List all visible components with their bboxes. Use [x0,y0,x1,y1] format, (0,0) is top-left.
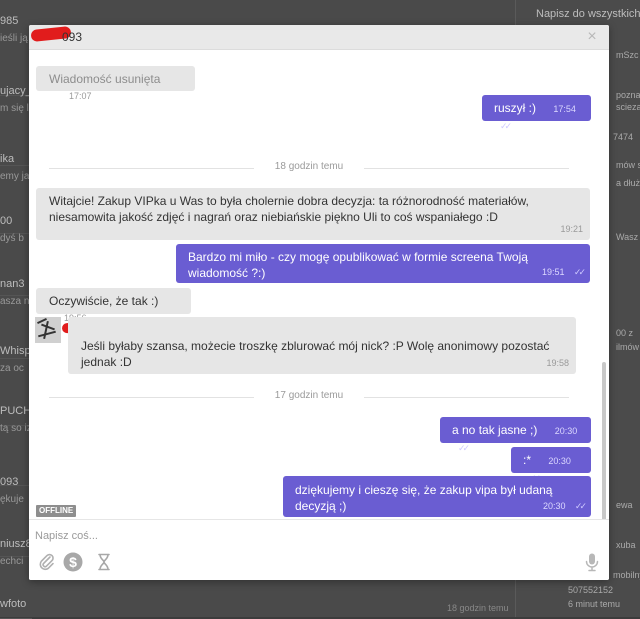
panel-item-number: 507552152 [568,585,614,595]
message-incoming: Oczywiście, że tak :) 19:56 [36,288,191,323]
divider-label: 18 godzin temu [274,161,344,172]
message-outgoing: ruszył :) 17:54 ✓✓ [482,95,591,131]
panel-item-time: 6 minut temu [568,599,621,609]
double-check-icon: ✓✓ [573,267,586,277]
paperclip-icon[interactable] [37,552,57,572]
message-time: 17:07 [69,91,92,101]
list-item[interactable]: 985 ieśli ją usług [0,15,54,96]
message-text: a no tak jasne ;) [452,423,538,437]
panel-snippet: sciezat [616,102,640,112]
message-time: 20:30 [554,426,578,436]
message-time: 19:58 [546,358,569,368]
time-divider: 18 godzin temu [49,161,569,175]
message-time: 20:30 [548,456,571,466]
list-item-name: wfoto [0,598,27,610]
double-check-icon: ✓✓ [500,121,512,131]
double-check-icon: ✓✓ [458,443,470,453]
message-outgoing: dziękujemy i cieszę się, że zakup vipa b… [283,476,591,517]
dollar-icon[interactable]: $ [63,552,83,572]
list-item-name: Whisp [0,345,31,357]
message-time: 20:30 [543,501,566,511]
list-item-name: 00 [0,215,13,227]
list-item-snippet: echci [0,556,24,567]
list-item-name: nan3 [0,278,25,290]
list-item-name: niusz8 [0,538,32,550]
panel-snippet: ewa [616,500,633,510]
message-text: dziękujemy i cieszę się, że zakup vipa b… [295,483,553,513]
time-divider: 17 godzin temu [49,390,569,404]
message-time: 19:51 [542,267,565,277]
message-outgoing: a no tak jasne ;) 20:30 ✓✓ [440,417,591,453]
message-text: Wiadomość usunięta [49,72,161,86]
divider-label: 17 godzin temu [274,390,344,401]
list-item-name: ika [0,153,15,165]
list-item[interactable]: PUCHA tą so izowa [0,405,50,486]
panel-snippet: mSzc [616,50,639,60]
message-input[interactable] [35,527,565,545]
message-time: 19:21 [560,224,583,234]
avatar[interactable] [35,317,61,343]
list-item-snippet: emy ja [0,171,30,182]
message-text: :* [523,453,532,467]
panel-snippet: 7474 [613,132,634,142]
status-badge: OFFLINE [36,505,77,517]
panel-snippet: Wasz [616,232,639,242]
message-time: 17:54 [553,104,576,114]
microphone-icon[interactable] [582,552,602,572]
panel-snippet: ilmów [616,342,640,352]
panel-snippet: a dłuż [616,178,640,188]
message-text: Oczywiście, że tak :) [49,294,159,308]
close-icon[interactable]: × [583,28,601,46]
hourglass-icon[interactable] [94,552,114,572]
panel-item-name: xuba [616,540,636,550]
scrollbar[interactable] [602,362,606,522]
message-text: ruszył :) [494,101,536,115]
chat-partner-name: 093 [62,30,83,44]
panel-item-tag: mobilny [613,570,640,580]
list-item-snippet: za oc [0,363,24,374]
message-thread[interactable]: Wiadomość usunięta 17:07 ruszył :) 17:54… [29,50,609,522]
message-text: Jeśli byłaby szansa, możecie troszkę zbl… [81,339,550,369]
message-incoming: Jeśli byłaby szansa, możecie troszkę zbl… [68,317,576,374]
message-outgoing: :* 20:30 ✓✓ [511,447,591,483]
message-text: Witajcie! Zakup VIPka u Was to była chol… [49,194,529,224]
double-check-icon: ✓✓ [574,501,587,511]
chat-header: 093 × [29,25,609,50]
chat-modal: 093 × Wiadomość usunięta 17:07 ruszył :)… [29,25,609,580]
panel-snippet: poznan [616,90,640,100]
composer: $ [29,519,609,580]
list-item-snippet: dyś b [0,233,24,244]
list-item-time: 18 godzin temu [447,603,509,613]
message-incoming: Wiadomość usunięta 17:07 [36,66,195,101]
list-item-name: 093 [0,476,19,488]
panel-snippet: mów s [616,160,640,170]
broadcast-button[interactable]: Napisz do wszystkich [536,8,640,20]
message-outgoing: Bardzo mi miło - czy mogę opublikować w … [176,244,590,283]
svg-text:$: $ [69,554,77,570]
message-text: Bardzo mi miło - czy mogę opublikować w … [188,250,528,280]
list-item-name: 985 [0,15,19,27]
list-item-snippet: ękuje [0,494,24,505]
list-item-name: ujacy_ [0,85,32,97]
message-incoming: Witajcie! Zakup VIPka u Was to była chol… [36,188,590,240]
panel-snippet: 00 z [616,328,634,338]
